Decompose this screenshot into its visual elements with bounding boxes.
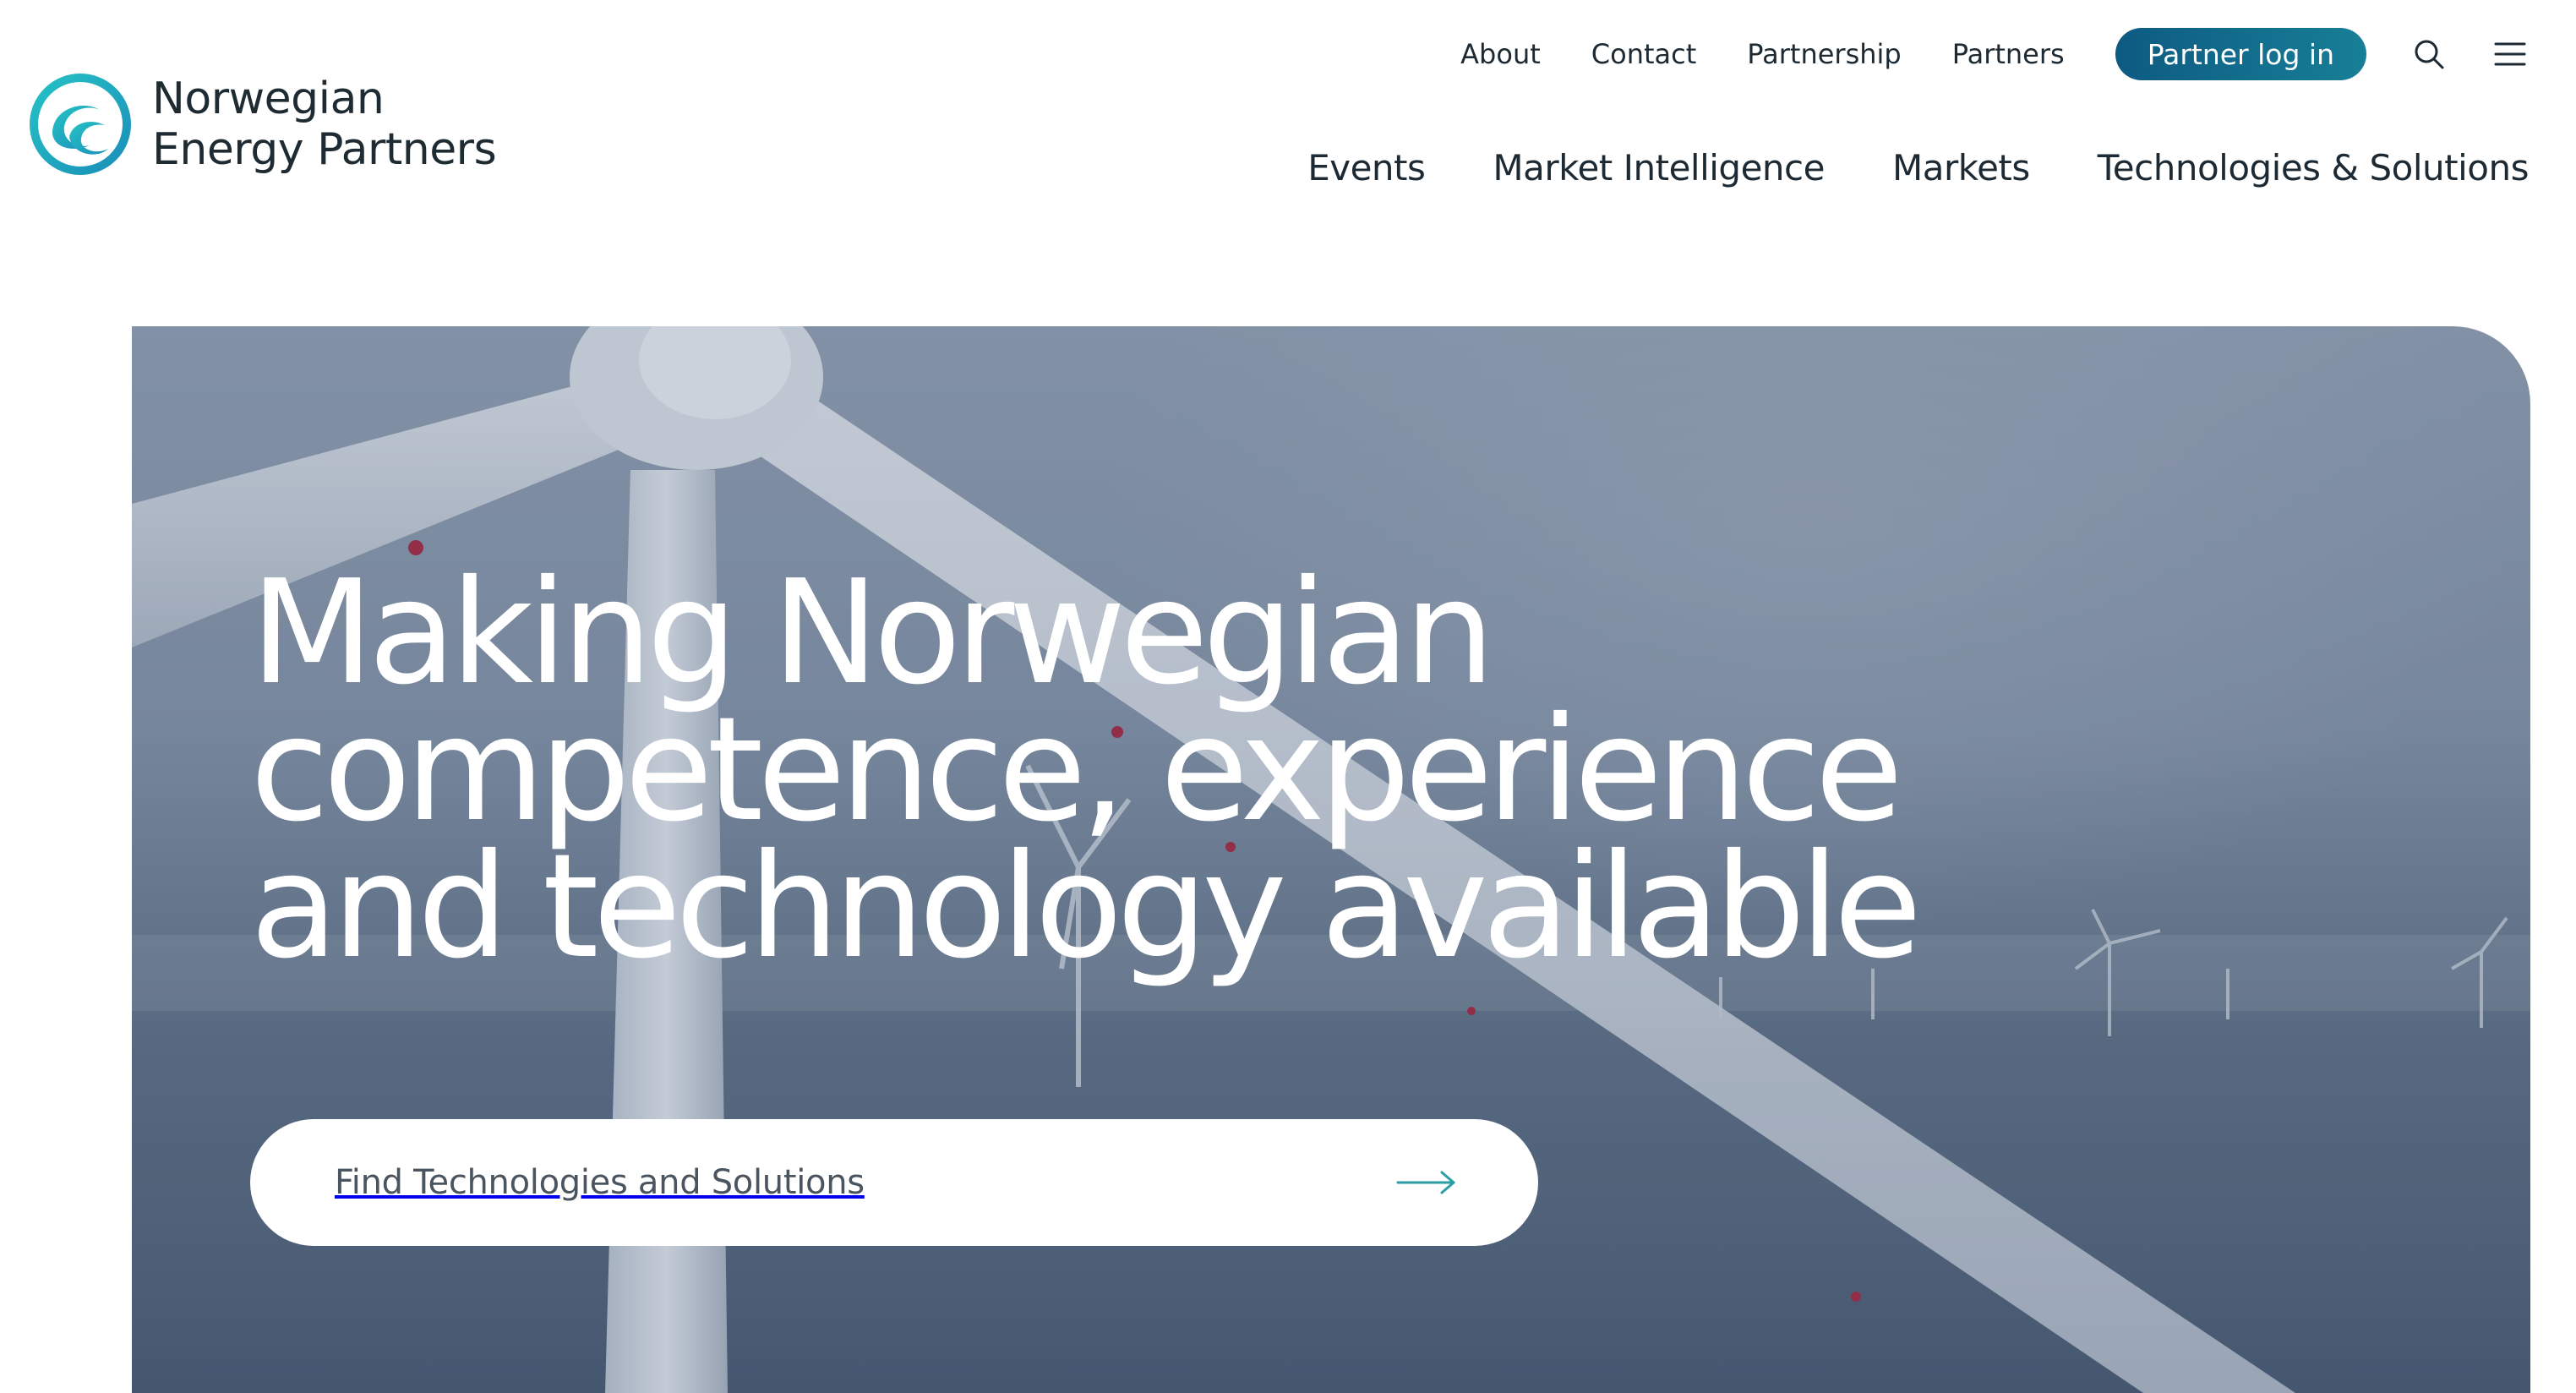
main-nav: Events Market Intelligence Markets Techn… <box>1307 142 2529 193</box>
logo-line-1: Norwegian <box>152 74 385 124</box>
util-link-partnership[interactable]: Partnership <box>1747 38 1901 70</box>
nav-markets[interactable]: Markets <box>1892 147 2030 188</box>
find-technologies-label: Find Technologies and Solutions <box>335 1163 865 1202</box>
logo-link[interactable]: Norwegian Energy Partners <box>27 71 497 178</box>
util-link-partners[interactable]: Partners <box>1952 38 2065 70</box>
nav-market-intelligence[interactable]: Market Intelligence <box>1493 147 1825 188</box>
hero-title-line-1: Making Norwegian <box>250 549 1495 717</box>
hero-title-line-3: and technology available <box>250 823 1922 991</box>
hero-title-line-2: competence, experience <box>250 686 1903 854</box>
util-link-about[interactable]: About <box>1460 38 1541 70</box>
search-icon <box>2415 40 2444 69</box>
find-technologies-button[interactable]: Find Technologies and Solutions <box>250 1119 1538 1246</box>
arrow-right-icon <box>1396 1171 1455 1194</box>
search-button[interactable] <box>2410 36 2448 73</box>
hero-title: Making Norwegian competence, experience … <box>250 549 1922 991</box>
hamburger-menu-icon <box>2494 42 2526 66</box>
nav-technologies-solutions[interactable]: Technologies & Solutions <box>2098 147 2530 188</box>
logo-text: Norwegian Energy Partners <box>152 74 497 175</box>
logo-line-2: Energy Partners <box>152 124 497 175</box>
hero-banner: Making Norwegian competence, experience … <box>132 326 2530 1393</box>
wave-circle-logo-icon <box>30 74 131 175</box>
utility-nav: About Contact Partnership Partners Partn… <box>1460 27 2529 81</box>
menu-button[interactable] <box>2491 36 2529 73</box>
page: Norwegian Energy Partners About Contact … <box>0 0 2576 1393</box>
nav-events[interactable]: Events <box>1307 147 1426 188</box>
partner-login-button[interactable]: Partner log in <box>2115 28 2366 80</box>
util-link-contact[interactable]: Contact <box>1591 38 1697 70</box>
